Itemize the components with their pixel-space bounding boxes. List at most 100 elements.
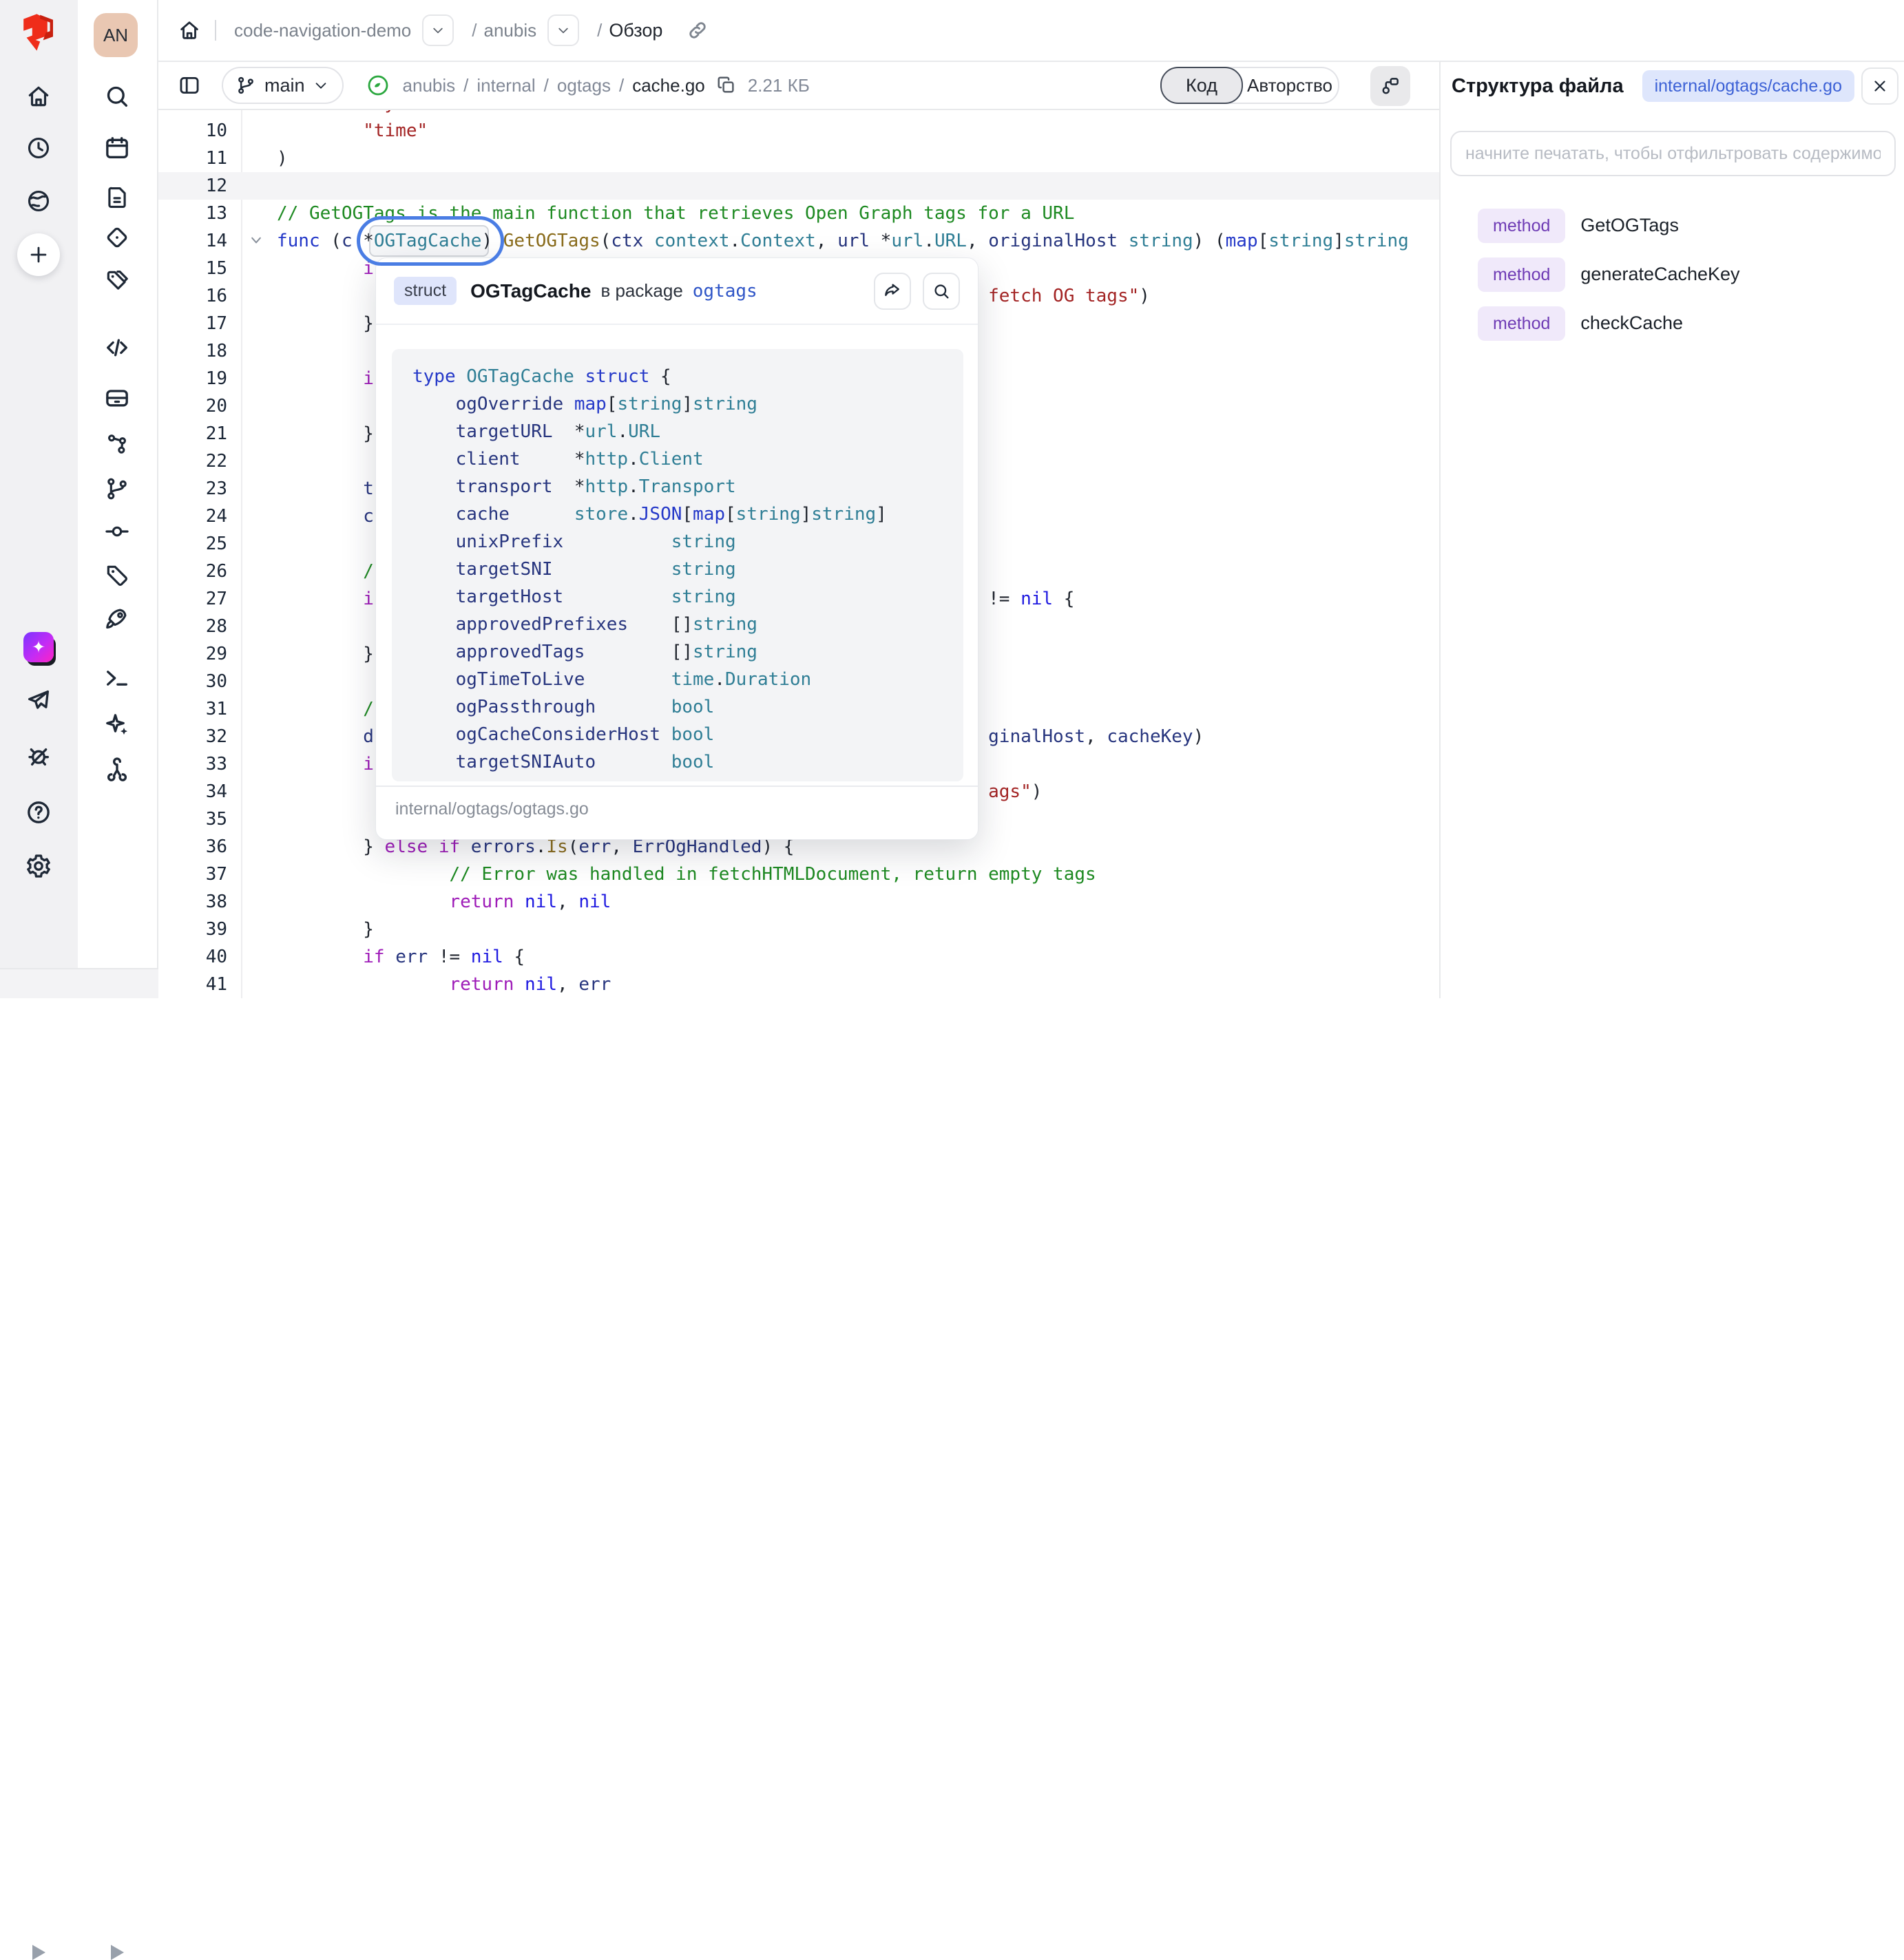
structure-panel: Структура файла internal/ogtags/cache.go…	[1439, 62, 1904, 998]
search-icon[interactable]	[103, 83, 131, 110]
line-number[interactable]: 12	[158, 172, 227, 200]
line-number[interactable]: 40	[158, 943, 227, 971]
home-icon[interactable]	[178, 19, 201, 42]
line-number[interactable]: 14	[158, 227, 227, 255]
code-icon[interactable]	[103, 334, 131, 361]
structure-item-generateCacheKey[interactable]: methodgenerateCacheKey	[1441, 250, 1904, 299]
branch-selector[interactable]: main	[222, 67, 344, 104]
line-number[interactable]: 16	[158, 282, 227, 310]
tab-blame[interactable]: Авторство	[1226, 67, 1339, 104]
create-button[interactable]	[17, 233, 60, 276]
symbol-name: GetOGTags	[1580, 215, 1679, 236]
panel-title: Структура файла	[1452, 75, 1624, 98]
line-number[interactable]: 24	[158, 503, 227, 530]
file-structure-button[interactable]	[1370, 66, 1410, 106]
bug-report-icon[interactable]	[25, 742, 52, 770]
home-nav-icon[interactable]	[25, 83, 52, 109]
file-breadcrumb[interactable]: anubis/ internal/ ogtags/ cache.go	[403, 75, 705, 96]
code-line-37: 37 // Error was handled in fetchHTMLDocu…	[158, 861, 1439, 888]
symbol-package-link[interactable]: ogtags	[693, 281, 757, 302]
help-icon[interactable]	[25, 799, 52, 826]
popup-footer-divider	[376, 786, 978, 787]
labels-icon[interactable]	[104, 268, 130, 294]
breadcrumb-separator: /	[472, 20, 477, 41]
project-switcher-button[interactable]	[547, 14, 579, 46]
popup-definition-code[interactable]: type OGTagCache struct { ogOverride map[…	[392, 349, 963, 781]
line-number[interactable]: 28	[158, 613, 227, 640]
breadcrumb-repo[interactable]: code-navigation-demo	[234, 20, 411, 41]
line-number[interactable]: 20	[158, 392, 227, 420]
fold-chevron-icon[interactable]	[249, 233, 263, 247]
line-number[interactable]: 9	[158, 110, 227, 117]
terminal-icon[interactable]	[103, 664, 131, 692]
line-number[interactable]: 34	[158, 778, 227, 805]
diamond-icon[interactable]	[104, 224, 130, 251]
paper-plane-icon[interactable]	[25, 687, 52, 715]
panel-file-badge[interactable]: internal/ogtags/cache.go	[1642, 70, 1854, 102]
commits-icon[interactable]	[104, 518, 130, 545]
line-number[interactable]: 22	[158, 447, 227, 475]
line-number[interactable]: 37	[158, 861, 227, 888]
sidebar-toggle-icon[interactable]	[178, 74, 201, 97]
expand-primary-icon[interactable]	[32, 1945, 45, 1960]
line-number[interactable]: 19	[158, 365, 227, 392]
hooks-icon[interactable]	[103, 756, 131, 783]
avatar[interactable]: AN	[94, 13, 138, 57]
document-icon[interactable]	[104, 185, 130, 211]
line-number[interactable]: 31	[158, 695, 227, 723]
repository-icon[interactable]	[103, 384, 131, 412]
symbol-name: generateCacheKey	[1580, 264, 1739, 285]
copy-link-icon[interactable]	[686, 19, 709, 42]
expand-secondary-icon[interactable]	[111, 1945, 124, 1960]
calendar-icon[interactable]	[103, 134, 131, 162]
line-number[interactable]: 26	[158, 558, 227, 585]
rail-footer	[0, 968, 158, 998]
breadcrumb-page: Обзор	[609, 20, 662, 41]
ai-assistant-icon[interactable]: ✦	[23, 632, 54, 662]
build-status-icon[interactable]	[367, 74, 389, 96]
line-number[interactable]: 27	[158, 585, 227, 613]
definition-popup: struct OGTagCache в package ogtags type …	[375, 257, 979, 840]
line-number[interactable]: 30	[158, 668, 227, 695]
pull-requests-icon[interactable]	[104, 431, 130, 457]
close-panel-button[interactable]	[1861, 67, 1898, 105]
view-mode-switch: Код Авторство	[1160, 67, 1339, 104]
line-number[interactable]: 39	[158, 916, 227, 943]
line-number[interactable]: 10	[158, 117, 227, 145]
line-number[interactable]: 36	[158, 833, 227, 861]
line-number[interactable]: 18	[158, 337, 227, 365]
line-number[interactable]: 21	[158, 420, 227, 447]
copy-path-icon[interactable]	[716, 75, 737, 96]
line-number[interactable]: 25	[158, 530, 227, 558]
line-number[interactable]: 32	[158, 723, 227, 750]
line-number[interactable]: 33	[158, 750, 227, 778]
line-number[interactable]: 38	[158, 888, 227, 916]
find-usages-button[interactable]	[923, 273, 960, 310]
popup-source-path[interactable]: internal/ogtags/ogtags.go	[395, 799, 589, 819]
branches-icon[interactable]	[104, 476, 130, 502]
tag-icon[interactable]	[104, 562, 130, 589]
line-number[interactable]: 11	[158, 145, 227, 172]
line-number[interactable]: 29	[158, 640, 227, 668]
breadcrumb-project[interactable]: anubis	[484, 20, 537, 41]
sparkles-icon[interactable]	[103, 711, 131, 739]
structure-filter-input[interactable]	[1450, 131, 1896, 176]
structure-item-checkCache[interactable]: methodcheckCache	[1441, 299, 1904, 348]
tab-code[interactable]: Код	[1160, 67, 1243, 104]
releases-rocket-icon[interactable]	[104, 605, 130, 631]
history-icon[interactable]	[25, 135, 52, 161]
line-number[interactable]: 23	[158, 475, 227, 503]
line-number[interactable]: 13	[158, 200, 227, 227]
line-number[interactable]: 41	[158, 971, 227, 998]
file-toolbar: main anubis/ internal/ ogtags/ cache.go …	[158, 62, 1439, 110]
line-number[interactable]: 15	[158, 255, 227, 282]
app-logo[interactable]	[20, 12, 57, 52]
settings-gear-icon[interactable]	[25, 852, 52, 880]
structure-item-GetOGTags[interactable]: methodGetOGTags	[1441, 201, 1904, 250]
globe-icon[interactable]	[25, 188, 52, 214]
line-number[interactable]: 17	[158, 310, 227, 337]
line-number[interactable]: 35	[158, 805, 227, 833]
code-line-41: 41 return nil, err	[158, 971, 1439, 998]
repo-switcher-button[interactable]	[422, 14, 454, 46]
go-to-definition-button[interactable]	[874, 273, 911, 310]
